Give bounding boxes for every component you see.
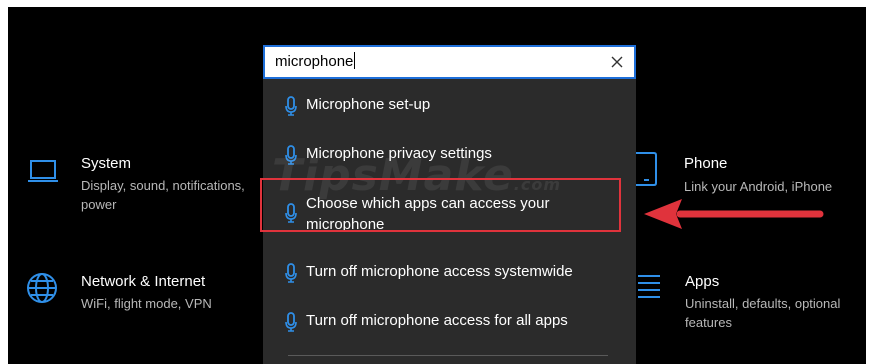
- search-box[interactable]: microphone: [263, 45, 636, 79]
- close-icon: [611, 56, 623, 68]
- highlight-box: [260, 178, 621, 232]
- search-result-item[interactable]: Turn off microphone access for all apps: [263, 309, 636, 339]
- tile-title: System: [81, 155, 132, 172]
- apps-list-icon: [638, 275, 660, 298]
- clear-search-button[interactable]: [608, 53, 626, 71]
- panel-divider: [288, 355, 608, 356]
- annotation-arrow: [644, 199, 824, 229]
- search-result-label: Turn off microphone access systemwide: [306, 263, 573, 280]
- microphone-icon: [285, 312, 297, 332]
- search-result-item[interactable]: Microphone privacy settings: [263, 142, 636, 172]
- microphone-icon: [285, 263, 297, 283]
- tile-description: WiFi, flight mode, VPN: [81, 296, 212, 311]
- search-result-item[interactable]: Turn off microphone access systemwide: [263, 260, 636, 290]
- tile-description: Uninstall, defaults, optional features: [685, 296, 841, 330]
- search-result-label: Microphone set-up: [306, 96, 431, 113]
- microphone-icon: [285, 96, 297, 116]
- search-input[interactable]: microphone: [275, 52, 356, 70]
- laptop-icon: [28, 160, 58, 182]
- phone-icon: [636, 152, 657, 186]
- tile-title: Phone: [684, 155, 728, 172]
- search-input-value: microphone: [275, 53, 354, 70]
- text-caret: [354, 52, 356, 69]
- globe-icon: [27, 273, 57, 303]
- tile-description: Link your Android, iPhone: [684, 179, 833, 194]
- microphone-icon: [285, 145, 297, 165]
- tile-title: Network & Internet: [81, 273, 206, 290]
- search-result-label: Microphone privacy settings: [306, 145, 492, 162]
- tile-title: Apps: [685, 273, 720, 290]
- tile-description: Display, sound, notifications, power: [81, 178, 245, 212]
- search-result-item[interactable]: Microphone set-up: [263, 93, 636, 123]
- search-result-label: Turn off microphone access for all apps: [306, 312, 568, 329]
